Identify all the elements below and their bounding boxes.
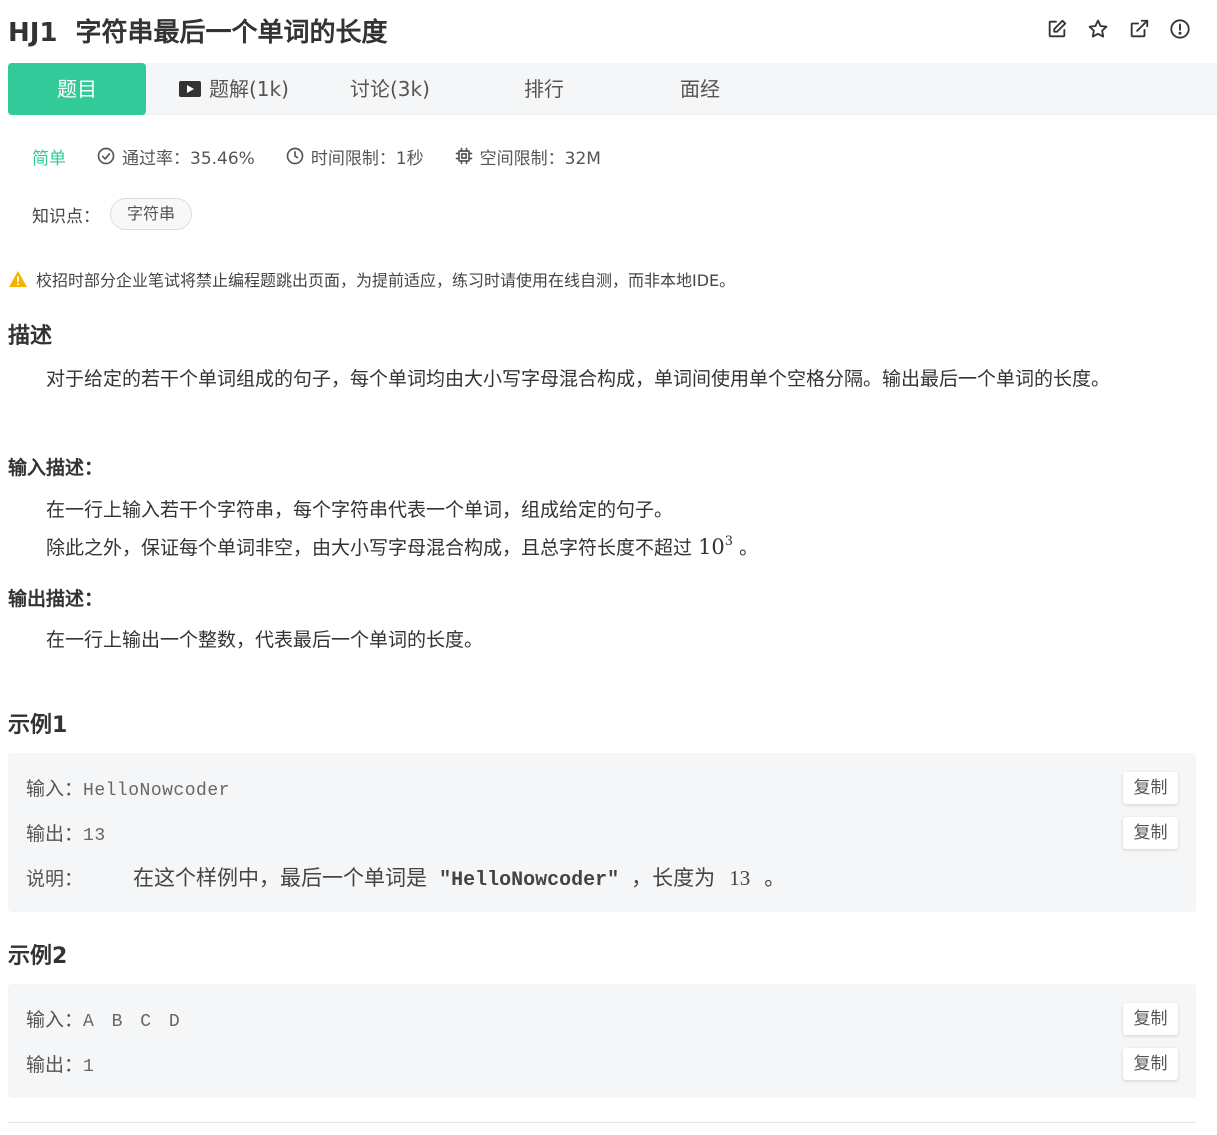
math-expression: 103: [698, 534, 734, 559]
description-heading: 描述: [8, 324, 53, 349]
tab-ranking[interactable]: 排行: [524, 63, 564, 115]
copy-input-button[interactable]: 复制: [1123, 772, 1178, 804]
tab-problem[interactable]: 题目: [8, 63, 146, 115]
clock-icon: [286, 147, 304, 165]
toolbar: [1046, 18, 1191, 40]
tab-bar: 题目 题解(1k) 讨论(3k) 排行 面经: [8, 63, 1217, 115]
problem-code: HJ1: [8, 18, 58, 48]
pass-rate: 通过率：35.46%: [96, 144, 255, 169]
example1-explanation: 说明： 在这个样例中，最后一个单词是 "HelloNowcoder" ，长度为 1…: [26, 866, 786, 892]
example2-heading: 示例2: [8, 944, 68, 969]
input-desc-line1: 在一行上输入若干个字符串，每个字符串代表一个单词，组成给定的句子。: [46, 499, 674, 521]
difficulty-badge: 简单: [32, 148, 66, 169]
output-desc-line1: 在一行上输出一个整数，代表最后一个单词的长度。: [46, 629, 484, 651]
warning-text: 校招时部分企业笔试将禁止编程题跳出页面，为提前适应，练习时请使用在线自测，而非本…: [36, 271, 736, 290]
chip-icon: [455, 147, 472, 165]
time-limit: 时间限制：1秒: [285, 144, 424, 169]
tab-solutions-label: 题解(1k): [209, 77, 289, 101]
example2-input[interactable]: 输入：A B C D: [26, 1005, 180, 1032]
warning-notice: 校招时部分企业笔试将禁止编程题跳出页面，为提前适应，练习时请使用在线自测，而非本…: [8, 266, 735, 292]
knowledge-points: 知识点： 字符串: [32, 197, 193, 231]
example1-heading: 示例1: [8, 713, 68, 738]
check-circle-icon: [97, 147, 115, 165]
knowledge-label: 知识点：: [32, 206, 100, 227]
problem-header: HJ1 字符串最后一个单词的长度: [0, 0, 1217, 62]
report-icon[interactable]: [1169, 18, 1191, 40]
copy-output-button[interactable]: 复制: [1123, 817, 1178, 849]
problem-meta: 简单 通过率：35.46% 时间限制：1秒 空间限制：32M: [32, 143, 631, 169]
edit-icon[interactable]: [1046, 18, 1068, 40]
share-icon[interactable]: [1128, 18, 1150, 40]
problem-title: 字符串最后一个单词的长度: [75, 18, 388, 48]
copy-input-button[interactable]: 复制: [1123, 1003, 1178, 1035]
divider: [8, 1122, 1196, 1123]
description-text: 对于给定的若干个单词组成的句子，每个单词均由大小写字母混合构成，单词间使用单个空…: [46, 368, 1111, 390]
input-desc-heading: 输入描述：: [8, 457, 104, 479]
video-icon: [179, 81, 201, 97]
input-desc-line2: 除此之外，保证每个单词非空，由大小写字母混合构成，且总字符长度不超过 103 。: [46, 534, 759, 559]
memory-limit: 空间限制：32M: [454, 144, 601, 169]
star-icon[interactable]: [1087, 18, 1109, 40]
page-title: HJ1 字符串最后一个单词的长度: [8, 12, 388, 49]
tab-discussion[interactable]: 讨论(3k): [350, 63, 430, 115]
example1-input[interactable]: 输入：HelloNowcoder: [26, 774, 230, 801]
example1-output[interactable]: 输出：13: [26, 819, 106, 846]
knowledge-tag[interactable]: 字符串: [110, 198, 193, 230]
example1-box: 输入：HelloNowcoder 复制 输出：13 复制 说明： 在这个样例中，最…: [8, 753, 1196, 912]
tab-interviews[interactable]: 面经: [680, 63, 720, 115]
example2-box: 输入：A B C D 复制 输出：1 复制: [8, 984, 1196, 1098]
tab-solutions[interactable]: 题解(1k): [179, 63, 289, 115]
example2-output[interactable]: 输出：1: [26, 1050, 94, 1077]
copy-output-button[interactable]: 复制: [1123, 1048, 1178, 1080]
output-desc-heading: 输出描述：: [8, 588, 104, 610]
warning-icon: [9, 271, 27, 287]
